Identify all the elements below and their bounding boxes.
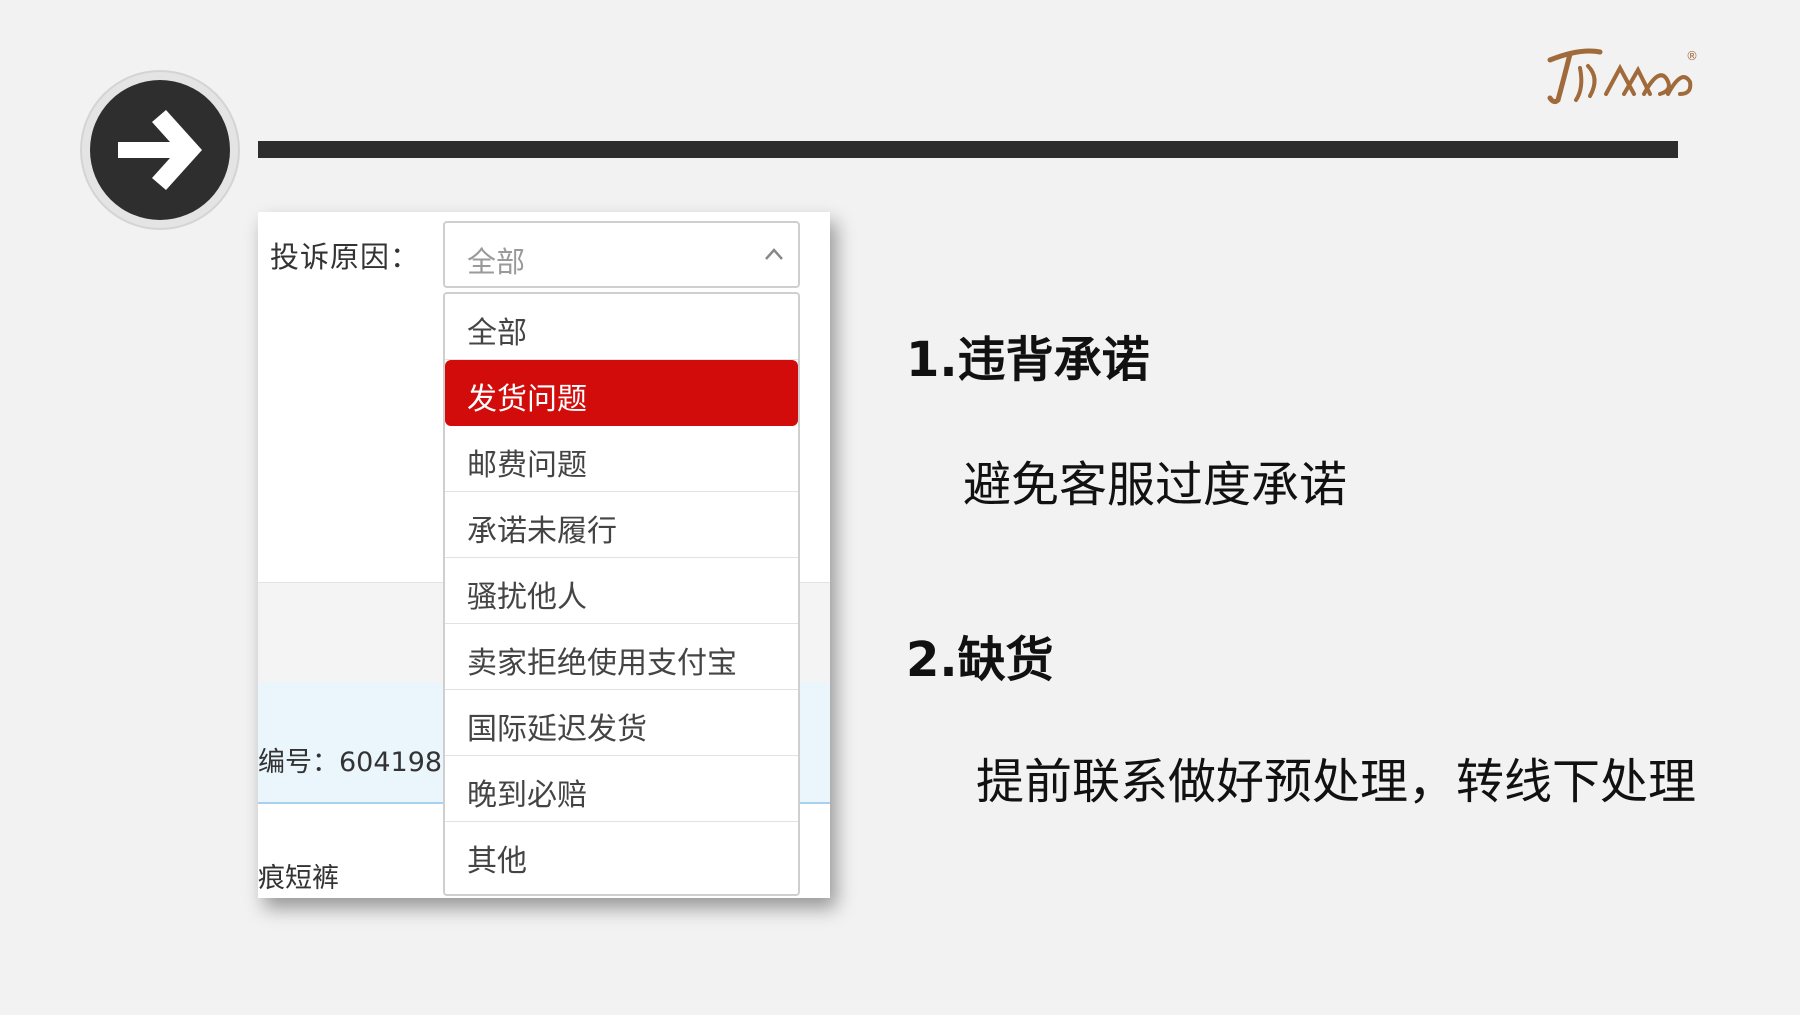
complaint-reason-label: 投诉原因： [270, 240, 421, 274]
option-all[interactable]: 全部 [445, 294, 798, 360]
brand-logo: ® [1540, 38, 1700, 112]
arrow-right-icon [118, 110, 202, 190]
complaint-form-screenshot: 投诉原因： 编号：604198 痕短裤 全部 全部 发货问题 邮费问题 承诺未履… [258, 212, 830, 898]
complaint-reason-dropdown: 全部 发货问题 邮费问题 承诺未履行 骚扰他人 卖家拒绝使用支付宝 国际延迟发货… [443, 292, 800, 896]
select-value: 全部 [467, 245, 526, 279]
option-shipping-issue[interactable]: 发货问题 [445, 360, 798, 426]
option-other[interactable]: 其他 [445, 822, 798, 888]
option-late-compensation[interactable]: 晚到必赔 [445, 756, 798, 822]
chevron-up-icon [765, 248, 783, 260]
option-international-delay[interactable]: 国际延迟发货 [445, 690, 798, 756]
option-refuse-alipay[interactable]: 卖家拒绝使用支付宝 [445, 624, 798, 690]
option-harassment[interactable]: 骚扰他人 [445, 558, 798, 624]
registered-mark: ® [1686, 49, 1698, 63]
arrow-circle-badge [90, 80, 230, 220]
point-2-detail: 提前联系做好预处理，转线下处理 [976, 754, 1697, 810]
point-1-detail: 避免客服过度承诺 [963, 457, 1348, 513]
option-promise-unfulfilled[interactable]: 承诺未履行 [445, 492, 798, 558]
point-1-title: 1.违背承诺 [906, 332, 1150, 388]
complaint-reason-select[interactable]: 全部 [443, 221, 800, 288]
point-2-title: 2.缺货 [906, 632, 1054, 688]
product-text: 痕短裤 [258, 863, 339, 894]
header-divider [258, 141, 1678, 158]
option-postage-issue[interactable]: 邮费问题 [445, 426, 798, 492]
order-number-text: 编号：604198 [258, 747, 443, 778]
